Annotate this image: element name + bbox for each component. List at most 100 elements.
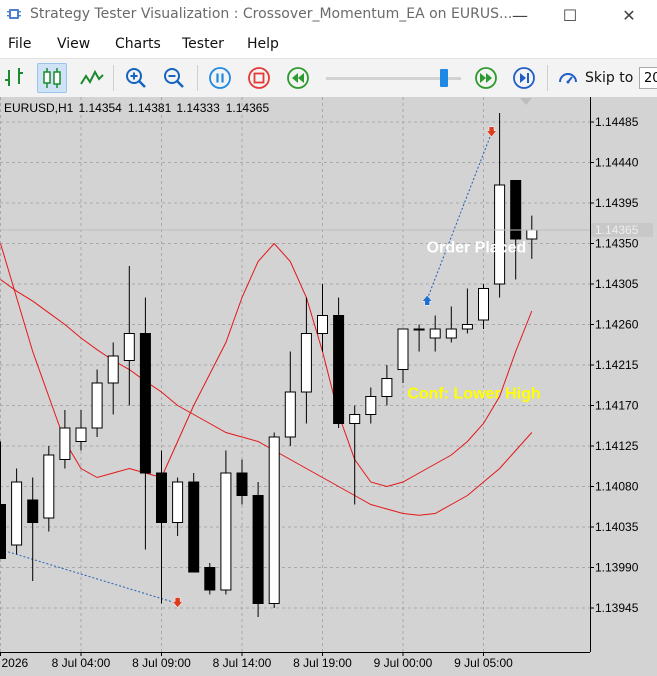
bar-chart-button[interactable] [0, 63, 30, 93]
candle [252, 482, 264, 617]
candle-body-bear [0, 504, 6, 559]
skip-to-button[interactable] [554, 63, 584, 93]
candle [526, 215, 538, 259]
candlestick-chart[interactable]: Order Placed Conf: Lower High 1.14485 1.144… [0, 97, 657, 676]
candle [107, 342, 119, 415]
candle [461, 288, 473, 334]
skip-to-input[interactable] [639, 67, 657, 89]
candle [0, 441, 6, 559]
maximize-icon: ☐ [562, 5, 578, 25]
candle-body-bull [300, 333, 312, 393]
x-tick-label: 8 Jul 14:00 [213, 656, 272, 670]
zoom-in-button[interactable] [121, 63, 151, 93]
menu-help[interactable]: Help [247, 36, 279, 52]
candlestick-chart-button[interactable] [37, 63, 67, 93]
x-tick-label: 7 Jul 2026 [0, 656, 29, 670]
candle-body-bull [365, 396, 377, 415]
candle [139, 297, 151, 550]
y-tick-label: 1.14125 [595, 439, 639, 453]
candle [349, 405, 361, 505]
chart-shift-marker-icon [520, 98, 532, 105]
y-tick-label: 1.14440 [595, 156, 639, 170]
toolbar-separator [197, 65, 198, 91]
chart-area[interactable]: Order Placed Conf: Lower High 1.14485 1.144… [0, 97, 657, 676]
x-tick-label: 8 Jul 19:00 [293, 656, 352, 670]
y-tick-label: 1.13945 [595, 601, 639, 615]
candle-body-bear [156, 472, 167, 523]
candle [478, 284, 489, 329]
candle-body-bull [413, 328, 425, 331]
candle-body-bear [236, 472, 248, 496]
annotation-conf-lower-high: Conf: Lower High [407, 385, 540, 402]
menu-file[interactable]: File [8, 36, 31, 52]
line-chart-icon [80, 69, 104, 85]
menu-tester[interactable]: Tester [182, 36, 224, 52]
candle-body-bear [333, 315, 345, 424]
menu-charts[interactable]: Charts [115, 36, 161, 52]
y-tick-label: 1.14170 [595, 399, 639, 413]
minimize-button[interactable]: — [497, 0, 543, 30]
ohlc-value: 1.14381 [128, 101, 172, 115]
candlestick-chart-icon [43, 68, 61, 88]
candle-body-bear [252, 495, 264, 604]
candle [494, 113, 506, 298]
pause-button[interactable] [205, 63, 235, 93]
candle-body-bull [59, 427, 71, 460]
toolbar-separator [113, 65, 114, 91]
skip-to-label: Skip to [585, 70, 634, 86]
candle [91, 369, 103, 437]
x-tick-label: 8 Jul 04:00 [52, 656, 111, 670]
stop-button[interactable] [244, 63, 274, 93]
candle-body-bull [107, 355, 119, 384]
y-tick-label: 1.14395 [595, 196, 639, 210]
speed-slider[interactable] [326, 69, 461, 87]
candle [413, 324, 425, 352]
stop-icon [248, 67, 270, 89]
candle [397, 328, 409, 383]
x-tick-label: 9 Jul 05:00 [454, 656, 513, 670]
minimize-icon: — [512, 5, 528, 25]
zoom-in-icon [126, 68, 146, 88]
ohlc-value: 1.14365 [226, 101, 270, 115]
toolbar: Skip to [0, 58, 657, 98]
fast-forward-icon [475, 67, 497, 89]
maximize-button[interactable]: ☐ [547, 0, 593, 30]
candle [284, 351, 296, 446]
candle [188, 473, 200, 573]
candle-body-bull [494, 184, 506, 285]
y-tick-label: 1.14260 [595, 318, 639, 332]
candle [365, 387, 377, 424]
line-chart-button[interactable] [77, 63, 107, 93]
candle [27, 477, 39, 581]
y-tick-label: 1.14350 [595, 237, 639, 251]
candle-body-bull [445, 328, 457, 339]
candle [300, 297, 312, 424]
symbol-label: EURUSD,H1 [4, 101, 74, 115]
candle-body-bull [284, 391, 296, 438]
annotation-order-placed: Order Placed [427, 240, 527, 257]
menu-bar: File View Charts Tester Help [0, 31, 657, 57]
candle-body-bull [268, 436, 280, 604]
symbol-ohlc-header: EURUSD,H1 1.14354 1.14381 1.14333 1.14365 [4, 101, 269, 115]
window-title: Strategy Tester Visualization : Crossove… [30, 6, 513, 22]
candle-body-bull [43, 454, 55, 519]
close-button[interactable]: ✕ [606, 0, 652, 30]
skip-to-end-button[interactable] [509, 63, 539, 93]
candle-body-bear [188, 481, 200, 573]
candle [333, 297, 345, 428]
zoom-out-button[interactable] [159, 63, 189, 93]
menu-view[interactable]: View [57, 36, 90, 52]
candle-body-bull [220, 472, 232, 591]
candle-body-bull [461, 324, 473, 330]
fast-forward-button[interactable] [471, 63, 501, 93]
candle [429, 315, 441, 352]
candle-body-bull [397, 328, 409, 370]
title-bar: Strategy Tester Visualization : Crossove… [0, 0, 657, 30]
candle-body-bear [204, 567, 216, 591]
rewind-button[interactable] [283, 63, 313, 93]
candle-body-bull [11, 481, 23, 546]
candle-body-bull [429, 328, 441, 339]
speed-slider-thumb[interactable] [440, 69, 448, 87]
candle-body-bull [172, 481, 184, 523]
ohlc-value: 1.14333 [176, 101, 220, 115]
